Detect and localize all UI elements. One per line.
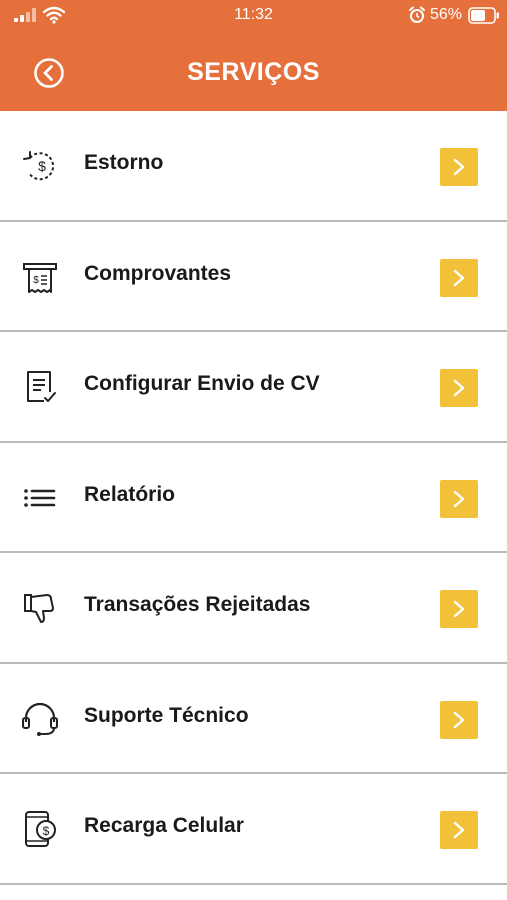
status-bar: 11:32 56% xyxy=(0,0,507,32)
menu-item-transacoes-rejeitadas[interactable]: Transações Rejeitadas xyxy=(0,553,507,664)
chevron-right-button[interactable] xyxy=(440,148,478,186)
chevron-right-button[interactable] xyxy=(440,479,478,518)
chevron-right-icon xyxy=(453,490,465,507)
menu-item-comprovantes[interactable]: $ Comprovantes xyxy=(0,221,507,332)
menu-item-label: Transações Rejeitadas xyxy=(84,593,311,616)
chevron-right-icon xyxy=(453,379,465,397)
menu-item-label: Relatório xyxy=(84,482,176,506)
menu-item-label: Suporte Técnico xyxy=(84,703,249,727)
menu-item-estorno[interactable]: $ Estorno xyxy=(0,111,507,222)
chevron-right-icon xyxy=(453,158,465,176)
menu-item-configurar-envio-cv[interactable]: Configurar Envio de CV xyxy=(0,332,507,443)
menu-item-recarga-celular[interactable]: $ Recarga Celular xyxy=(0,774,507,885)
menu-item-label: Configurar Envio de CV xyxy=(84,372,320,395)
chevron-right-icon xyxy=(453,600,465,618)
chevron-right-button[interactable] xyxy=(440,811,478,849)
chevron-right-icon xyxy=(453,821,465,839)
battery-icon xyxy=(468,7,499,24)
phone-recharge-icon: $ xyxy=(25,811,56,847)
svg-text:$: $ xyxy=(38,158,46,174)
svg-text:$: $ xyxy=(33,275,39,286)
menu-item-relatorio[interactable]: Relatório xyxy=(0,442,507,553)
chevron-right-button[interactable] xyxy=(440,258,478,297)
receipt-icon: $ xyxy=(23,262,57,293)
alarm-icon xyxy=(409,6,425,23)
menu-item-label: Estorno xyxy=(84,151,164,174)
svg-text:$: $ xyxy=(43,824,50,838)
chevron-right-button[interactable] xyxy=(440,369,478,407)
page-title: SERVIÇOS xyxy=(187,58,320,86)
headset-icon xyxy=(22,702,58,736)
document-check-icon xyxy=(27,371,56,402)
chevron-right-icon xyxy=(453,269,465,286)
chevron-right-button[interactable] xyxy=(440,590,478,628)
list-icon xyxy=(24,488,56,507)
app-header: 11:32 56% SERVIÇOS xyxy=(0,0,507,111)
chevron-right-icon xyxy=(453,711,465,728)
thumbs-down-icon xyxy=(24,594,54,623)
services-menu: $ Estorno $ Comprovantes Configurar Envi… xyxy=(0,111,507,885)
menu-item-label: Recarga Celular xyxy=(84,814,244,837)
refund-icon: $ xyxy=(23,151,55,181)
chevron-right-button[interactable] xyxy=(440,700,478,739)
menu-item-suporte-tecnico[interactable]: Suporte Técnico xyxy=(0,663,507,774)
battery-percent: 56% xyxy=(430,6,463,23)
menu-item-label: Comprovantes xyxy=(84,261,232,285)
